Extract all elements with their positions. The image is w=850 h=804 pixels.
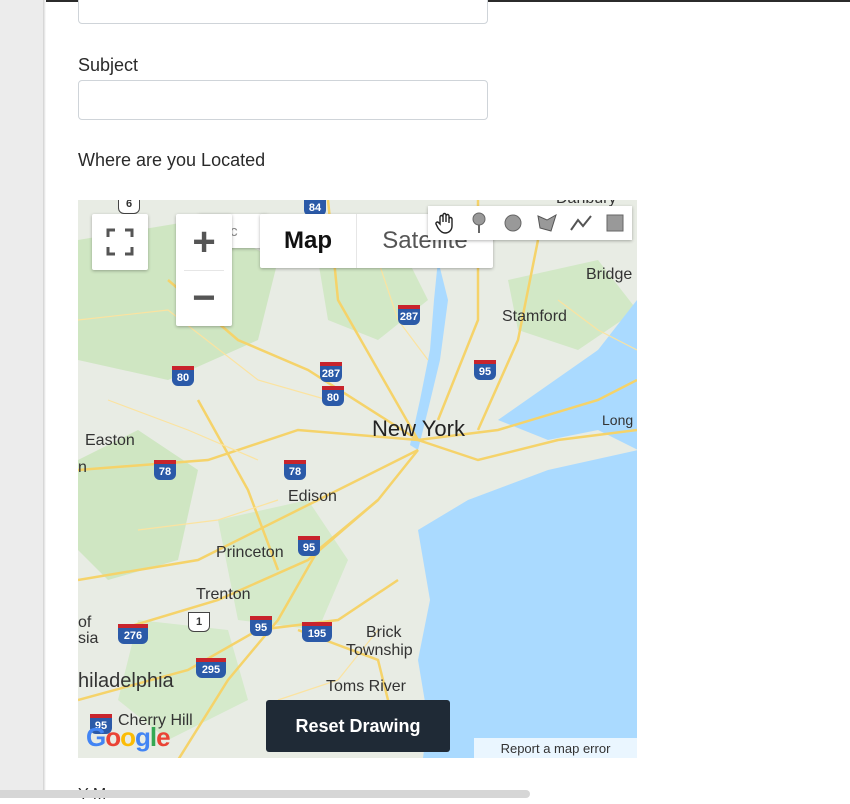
hand-icon bbox=[435, 212, 453, 234]
subject-input[interactable] bbox=[78, 80, 488, 120]
zoom-in-button[interactable]: + bbox=[176, 214, 232, 270]
place-n: n bbox=[78, 459, 87, 476]
place-philadelphia: hiladelphia bbox=[78, 670, 174, 692]
rectangle-icon bbox=[606, 214, 624, 232]
place-sia: sia bbox=[78, 630, 99, 647]
place-easton: Easton bbox=[85, 432, 135, 449]
shield-us1: 1 bbox=[188, 612, 210, 632]
hand-tool-button[interactable] bbox=[428, 206, 462, 240]
zoom-out-button[interactable]: − bbox=[176, 271, 232, 326]
polygon-tool-button[interactable] bbox=[530, 206, 564, 240]
place-trenton: Trenton bbox=[196, 586, 251, 603]
shield-287: 287 bbox=[320, 362, 342, 382]
fullscreen-button[interactable] bbox=[92, 214, 148, 270]
marker-icon bbox=[472, 212, 486, 233]
circle-tool-button[interactable] bbox=[496, 206, 530, 240]
left-gutter bbox=[0, 0, 43, 798]
polyline-icon bbox=[570, 215, 592, 231]
shield-95: 95 bbox=[298, 536, 320, 556]
previous-field-input[interactable] bbox=[78, 0, 488, 24]
location-label: Where are you Located bbox=[78, 150, 266, 170]
place-township: Township bbox=[346, 642, 413, 659]
gutter-shadow bbox=[43, 0, 46, 798]
shield-78: 78 bbox=[284, 460, 306, 480]
polyline-tool-button[interactable] bbox=[564, 206, 598, 240]
subject-label: Subject bbox=[78, 55, 139, 75]
shield-95: 95 bbox=[250, 616, 272, 636]
shield-80: 80 bbox=[322, 386, 344, 406]
place-new-york: New York bbox=[372, 416, 465, 441]
horizontal-scrollbar[interactable] bbox=[0, 790, 530, 798]
reset-drawing-button[interactable]: Reset Drawing bbox=[266, 700, 450, 752]
marker-tool-button[interactable] bbox=[462, 206, 496, 240]
place-toms-river: Toms River bbox=[326, 678, 407, 695]
shield-287: 287 bbox=[398, 305, 420, 325]
circle-icon bbox=[504, 214, 522, 232]
shield-6: 6 bbox=[118, 200, 140, 214]
place-brick: Brick bbox=[366, 624, 402, 641]
fullscreen-icon bbox=[106, 228, 134, 256]
google-logo: Google bbox=[86, 722, 171, 752]
report-map-error-link[interactable]: Report a map error bbox=[474, 738, 637, 758]
shield-295: 295 bbox=[196, 658, 226, 678]
zoom-control: + − bbox=[176, 214, 232, 326]
place-edison: Edison bbox=[288, 488, 337, 505]
place-long: Long bbox=[602, 412, 634, 428]
shield-78: 78 bbox=[154, 460, 176, 480]
location-map[interactable]: New York Stamford Bridge Danbury Long Ea… bbox=[78, 200, 637, 758]
drawing-toolbar bbox=[428, 206, 632, 240]
map-type-map-button[interactable]: Map bbox=[260, 214, 356, 268]
shield-195: 195 bbox=[302, 622, 332, 642]
shield-276: 276 bbox=[118, 624, 148, 644]
place-bridgeport: Bridge bbox=[586, 266, 633, 283]
shield-80: 80 bbox=[172, 366, 194, 386]
place-princeton: Princeton bbox=[216, 544, 284, 561]
polygon-icon bbox=[537, 214, 557, 232]
shield-95: 95 bbox=[474, 360, 496, 380]
rectangle-tool-button[interactable] bbox=[598, 206, 632, 240]
place-stamford: Stamford bbox=[502, 308, 567, 325]
